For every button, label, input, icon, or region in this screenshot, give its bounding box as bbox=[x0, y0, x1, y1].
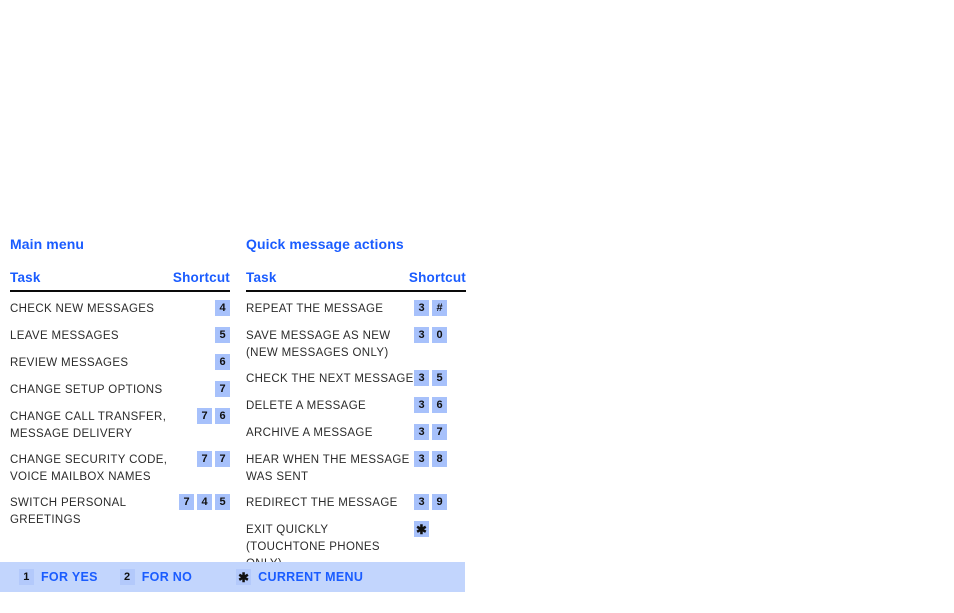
table-row: CHANGE SETUP OPTIONS 7 bbox=[10, 381, 230, 400]
table-row: SWITCH PERSONAL GREETINGS 7 4 5 bbox=[10, 494, 230, 529]
key-badge: # bbox=[432, 300, 447, 316]
table-row: LEAVE MESSAGES 5 bbox=[10, 327, 230, 346]
footer-legend-bar: 1 FOR YES 2 FOR NO ✱ CURRENT MENU bbox=[0, 562, 465, 592]
table-row: DELETE A MESSAGE 3 6 bbox=[246, 397, 466, 416]
task-label-line2: VOICE MAILBOX NAMES bbox=[10, 471, 151, 483]
shortcut-keys: 7 bbox=[215, 381, 230, 397]
key-badge: 5 bbox=[432, 370, 447, 386]
main-menu-table-header: Task Shortcut bbox=[10, 270, 230, 292]
shortcut-keys: 4 bbox=[215, 300, 230, 316]
key-badge: 9 bbox=[432, 494, 447, 510]
key-badge: 7 bbox=[197, 451, 212, 467]
task-label: CHECK NEW MESSAGES bbox=[10, 303, 155, 315]
quick-message-actions-rows: REPEAT THE MESSAGE 3 # SAVE MESSAGE AS NEW(… bbox=[246, 300, 466, 573]
table-row: CHANGE CALL TRANSFER, MESSAGE DELIVERY 7 6 bbox=[10, 408, 230, 443]
key-badge: 3 bbox=[414, 370, 429, 386]
footer-legend-current: ✱ CURRENT MENU bbox=[236, 569, 363, 585]
key-badge: 4 bbox=[215, 300, 230, 316]
task-label: REPEAT THE MESSAGE bbox=[246, 303, 384, 315]
task-label-line2: WAS SENT bbox=[246, 471, 309, 483]
column-header-shortcut: Shortcut bbox=[408, 270, 466, 285]
footer-legend-label: CURRENT MENU bbox=[258, 570, 364, 584]
main-menu-rows: CHECK NEW MESSAGES 4 LEAVE MESSAGES 5 REVIEW… bbox=[10, 300, 230, 529]
task-label: CHANGE CALL TRANSFER, MESSAGE DELIVERY bbox=[10, 408, 197, 443]
table-row: SAVE MESSAGE AS NEW (NEW MESSAGES ONLY) 3 0 bbox=[246, 327, 466, 362]
key-badge: 3 bbox=[414, 424, 429, 440]
key-badge: 5 bbox=[215, 327, 230, 343]
key-badge: 6 bbox=[215, 354, 230, 370]
footer-legend-label: FOR YES bbox=[41, 570, 98, 584]
task-label-line2: GREETINGS bbox=[10, 514, 81, 526]
column-header-task: Task bbox=[10, 270, 41, 285]
task-label-line2: MESSAGE DELIVERY bbox=[10, 428, 133, 440]
key-badge: 3 bbox=[414, 451, 429, 467]
key-badge: 3 bbox=[414, 300, 429, 316]
task-label-line2: (NEW MESSAGES ONLY) bbox=[246, 347, 389, 359]
main-menu-title: Main menu bbox=[10, 236, 85, 252]
shortcut-keys: 5 bbox=[215, 327, 230, 343]
shortcut-keys: 77 bbox=[197, 451, 230, 467]
table-row: CHECK THE NEXT MESSAGE 3 5 bbox=[246, 370, 466, 389]
task-label: ARCHIVE A MESSAGE bbox=[246, 427, 373, 439]
quick-message-actions-table-header: Task Shortcut bbox=[246, 270, 466, 292]
table-row: ARCHIVE A MESSAGE 3 7 bbox=[246, 424, 466, 443]
shortcut-keys: 37 bbox=[414, 424, 466, 440]
shortcut-keys: 39 bbox=[414, 494, 466, 510]
key-badge: 3 bbox=[414, 494, 429, 510]
table-row: REPEAT THE MESSAGE 3 # bbox=[246, 300, 466, 319]
shortcut-keys: 6 bbox=[215, 354, 230, 370]
task-label: HEAR WHEN THE MESSAGE WAS SENT bbox=[246, 451, 414, 486]
footer-legend-label: FOR NO bbox=[141, 570, 193, 584]
shortcut-keys: 35 bbox=[414, 370, 466, 386]
column-header-shortcut: Shortcut bbox=[172, 270, 230, 285]
footer-legend-yes: 1 FOR YES bbox=[19, 569, 98, 585]
table-row: CHECK NEW MESSAGES 4 bbox=[10, 300, 230, 319]
table-row: REDIRECT THE MESSAGE 3 9 bbox=[246, 494, 466, 513]
shortcut-keys: 30 bbox=[414, 327, 466, 343]
key-badge: 7 bbox=[197, 408, 212, 424]
key-badge: 6 bbox=[215, 408, 230, 424]
shortcut-keys: 76 bbox=[197, 408, 230, 424]
task-label: CHECK THE NEXT MESSAGE bbox=[246, 373, 414, 385]
quick-message-actions-column: Quick message actions Task Shortcut REPE… bbox=[246, 236, 466, 581]
key-badge: 7 bbox=[179, 494, 194, 510]
shortcut-keys: 3 # bbox=[414, 300, 466, 316]
table-row: HEAR WHEN THE MESSAGE WAS SENT 3 8 bbox=[246, 451, 466, 486]
key-badge: 7 bbox=[215, 381, 230, 397]
footer-key-badge: 2 bbox=[119, 569, 135, 585]
task-label: CHANGE SECURITY CODE, VOICE MAILBOX NAMES bbox=[10, 451, 197, 486]
key-badge: 8 bbox=[432, 451, 447, 467]
footer-key-badge: 1 bbox=[19, 569, 34, 585]
footer-legend-no: 2 FOR NO bbox=[119, 569, 193, 585]
key-badge: 0 bbox=[432, 327, 447, 343]
shortcut-keys: 38 bbox=[414, 451, 466, 467]
shortcut-keys: 745 bbox=[179, 494, 230, 510]
task-label: REDIRECT THE MESSAGE bbox=[246, 497, 398, 509]
task-label: SWITCH PERSONAL GREETINGS bbox=[10, 494, 179, 529]
task-label: SAVE MESSAGE AS NEW (NEW MESSAGES ONLY) bbox=[246, 327, 414, 362]
task-label: DELETE A MESSAGE bbox=[246, 400, 367, 412]
footer-star-key-badge: ✱ bbox=[236, 569, 252, 585]
key-badge: 3 bbox=[414, 397, 429, 413]
star-key-badge: ✱ bbox=[414, 521, 429, 537]
key-badge: 7 bbox=[432, 424, 447, 440]
task-label: CHANGE SETUP OPTIONS bbox=[10, 384, 163, 396]
table-row: CHANGE SECURITY CODE, VOICE MAILBOX NAMES… bbox=[10, 451, 230, 486]
shortcut-keys: 36 bbox=[414, 397, 466, 413]
key-badge: 6 bbox=[432, 397, 447, 413]
key-badge: 5 bbox=[215, 494, 230, 510]
table-row: REVIEW MESSAGES 6 bbox=[10, 354, 230, 373]
task-label: LEAVE MESSAGES bbox=[10, 330, 119, 342]
shortcut-keys: ✱ bbox=[414, 521, 466, 537]
key-badge: 3 bbox=[414, 327, 429, 343]
key-badge: 4 bbox=[197, 494, 212, 510]
key-badge: 7 bbox=[215, 451, 230, 467]
quick-message-actions-title: Quick message actions bbox=[246, 236, 404, 252]
task-label: REVIEW MESSAGES bbox=[10, 357, 129, 369]
main-menu-column: Main menu Task Shortcut CHECK NEW MESSAG… bbox=[10, 236, 230, 537]
column-header-task: Task bbox=[246, 270, 277, 285]
